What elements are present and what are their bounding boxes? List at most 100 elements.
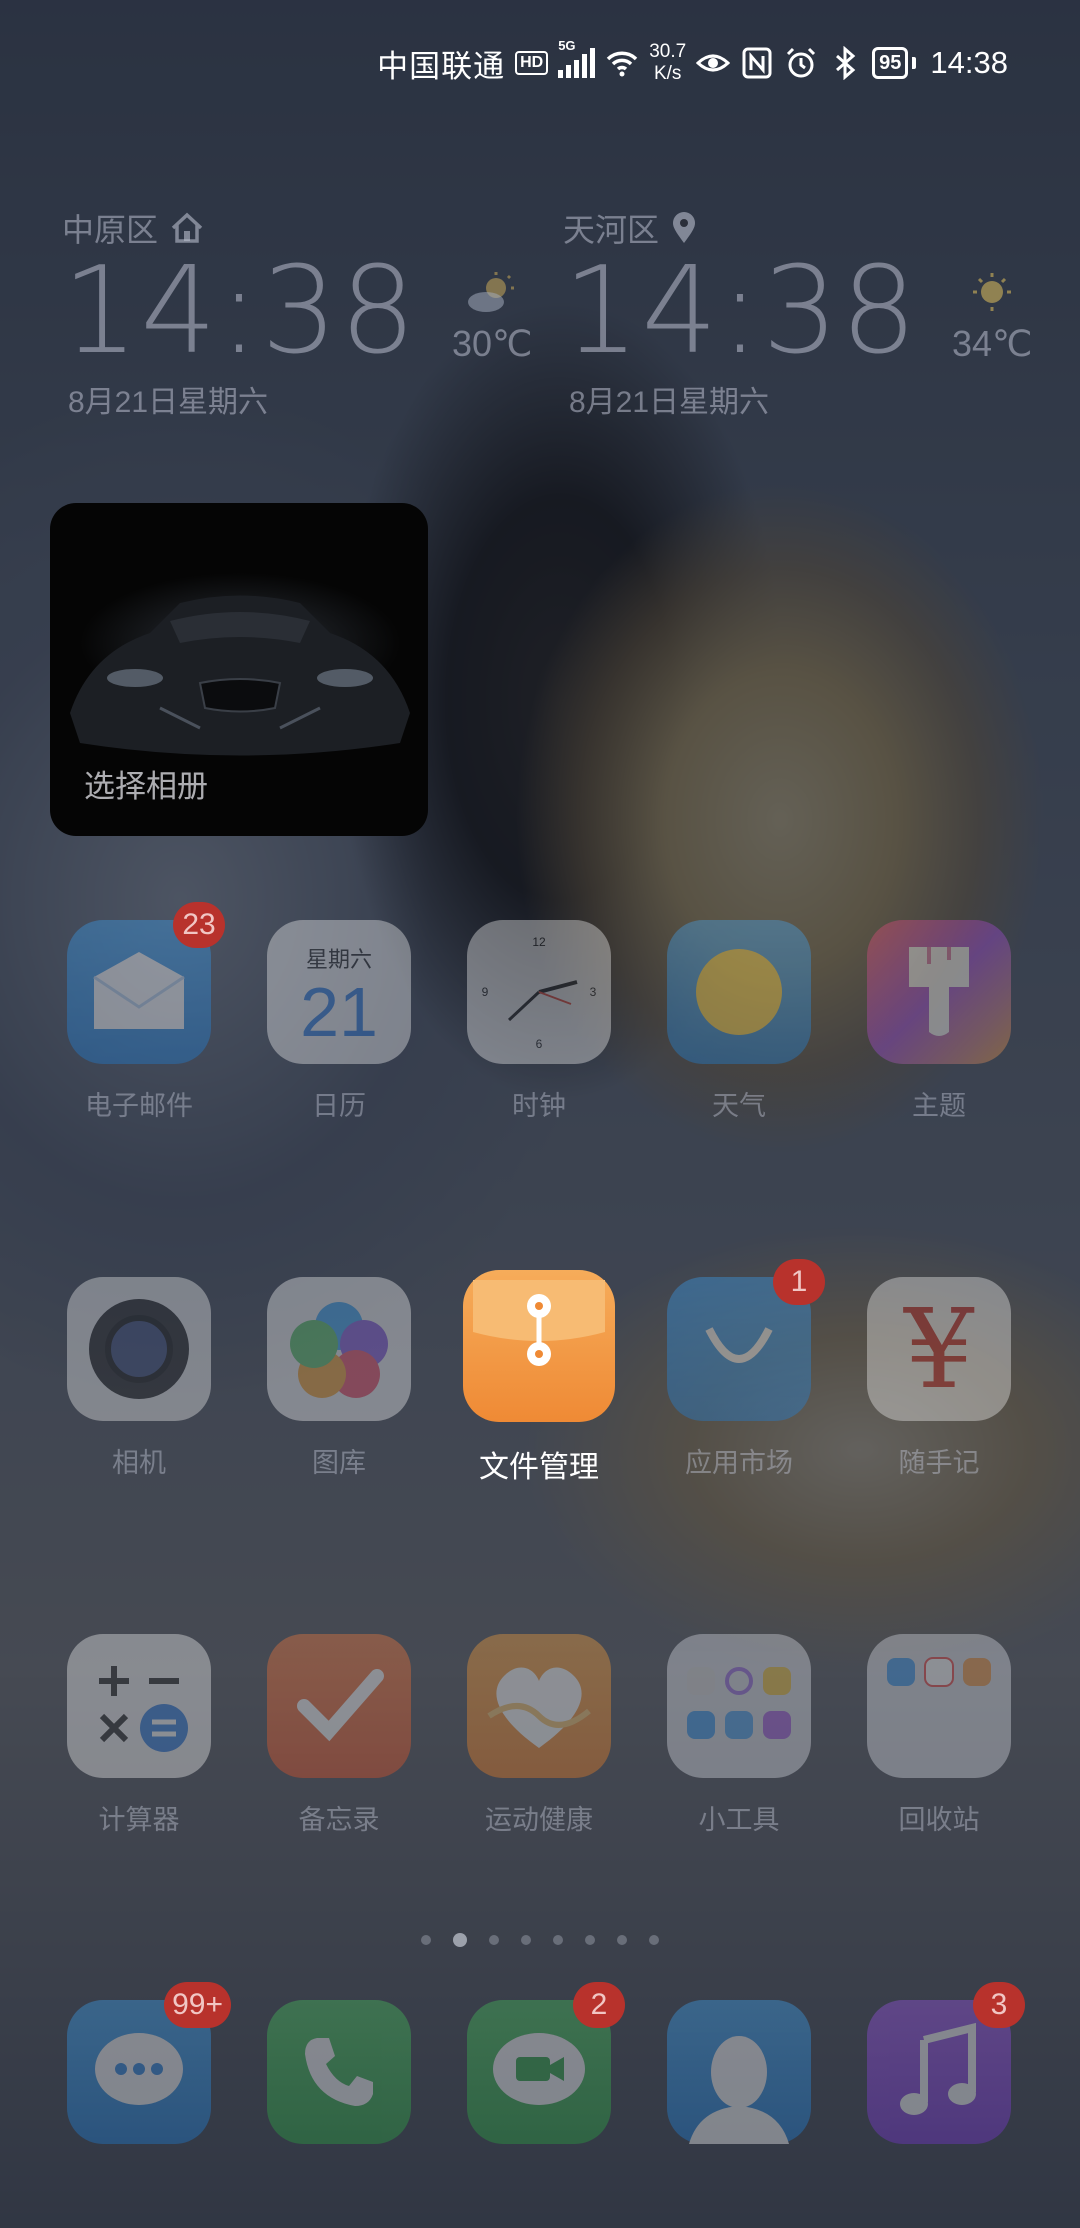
notification-badge: 1 bbox=[773, 1259, 825, 1305]
status-bar: 中国联通 HD 5G 30.7 K/s 95 14:38 bbox=[377, 38, 1008, 88]
dock-contacts[interactable] bbox=[649, 2000, 829, 2144]
carrier-name: 中国联通 bbox=[377, 48, 506, 84]
notification-badge: 2 bbox=[573, 1982, 625, 2028]
weather-home[interactable]: 30℃ bbox=[452, 270, 532, 365]
dock-phone[interactable] bbox=[249, 2000, 429, 2144]
app-label: 文件管理 bbox=[479, 1451, 599, 1484]
app-gallery[interactable]: 图库 bbox=[249, 1277, 429, 1480]
app-calculator[interactable]: 计算器 bbox=[49, 1634, 229, 1837]
folder-icon bbox=[667, 1634, 811, 1778]
app-label: 时钟 bbox=[512, 1091, 566, 1121]
status-time: 14:38 bbox=[930, 45, 1008, 80]
paintbrush-icon bbox=[867, 920, 1011, 1064]
app-label: 回收站 bbox=[898, 1805, 980, 1835]
photo-widget-label: 选择相册 bbox=[84, 769, 208, 804]
app-label: 主题 bbox=[912, 1091, 966, 1121]
clock-date: 8月21日星期六 bbox=[569, 386, 770, 419]
contact-person-icon bbox=[667, 2000, 811, 2144]
app-notepad[interactable]: 备忘录 bbox=[249, 1634, 429, 1837]
eye-comfort-icon bbox=[696, 54, 731, 72]
clock-numeral-12: 12 bbox=[532, 935, 546, 949]
network-speed: 30.7 K/s bbox=[649, 41, 686, 85]
app-label: 运动健康 bbox=[485, 1805, 593, 1835]
clock-time: 14:38 bbox=[62, 242, 418, 381]
notification-badge: 23 bbox=[173, 902, 225, 948]
file-manager-folder-icon bbox=[463, 1270, 615, 1422]
sunny-icon bbox=[973, 273, 1012, 311]
partly-cloudy-icon bbox=[468, 272, 515, 312]
app-label: 天气 bbox=[712, 1091, 766, 1121]
calculator-icon bbox=[67, 1634, 211, 1778]
app-weather[interactable]: 天气 bbox=[649, 920, 829, 1123]
clock-widget-home[interactable]: 中原区 14:38 8月21日星期六 bbox=[62, 205, 418, 421]
app-file-manager[interactable]: 文件管理 bbox=[449, 1270, 629, 1486]
checkmark-note-icon bbox=[267, 1634, 411, 1778]
app-camera[interactable]: 相机 bbox=[49, 1277, 229, 1480]
photo-album-widget[interactable]: 选择相册 bbox=[50, 503, 428, 836]
app-label: 电子邮件 bbox=[85, 1091, 193, 1121]
temperature: 34℃ bbox=[952, 323, 1033, 364]
app-label: 备忘录 bbox=[298, 1805, 380, 1835]
app-label: 小工具 bbox=[698, 1805, 780, 1835]
page-dot[interactable] bbox=[553, 1935, 563, 1945]
app-label: 随手记 bbox=[898, 1448, 980, 1478]
app-clock[interactable]: 12 3 6 9 时钟 bbox=[449, 920, 629, 1123]
heart-icon bbox=[467, 1634, 611, 1778]
clock-numeral-6: 6 bbox=[536, 1037, 543, 1051]
page-dot-active[interactable] bbox=[453, 1933, 467, 1947]
app-email[interactable]: 23 电子邮件 bbox=[49, 902, 229, 1123]
speed-value: 30.7 bbox=[649, 41, 687, 62]
folder-icon bbox=[867, 1634, 1011, 1778]
dock-meetime[interactable]: 2 bbox=[449, 1982, 629, 2144]
location-pin-icon bbox=[673, 212, 696, 243]
phone-icon bbox=[267, 2000, 411, 2144]
calendar-weekday: 星期六 bbox=[305, 947, 372, 972]
page-indicator[interactable] bbox=[0, 1933, 1080, 1947]
weather-app-icon bbox=[667, 920, 811, 1064]
clock-time: 14:38 bbox=[563, 242, 919, 381]
weather-remote[interactable]: 34℃ bbox=[952, 270, 1032, 365]
network-type: 5G bbox=[558, 38, 576, 53]
calendar-day: 21 bbox=[300, 973, 378, 1051]
wifi-icon bbox=[606, 51, 638, 77]
clock-numeral-9: 9 bbox=[482, 985, 489, 999]
app-health[interactable]: 运动健康 bbox=[449, 1634, 629, 1837]
alarm-icon bbox=[787, 47, 816, 78]
page-dot[interactable] bbox=[521, 1935, 531, 1945]
clock-icon: 12 3 6 9 bbox=[467, 920, 611, 1064]
calendar-icon: 星期六 21 bbox=[267, 920, 411, 1064]
clock-numeral-3: 3 bbox=[590, 985, 597, 999]
page-dot[interactable] bbox=[421, 1935, 431, 1945]
folder-tools[interactable]: 小工具 bbox=[649, 1634, 829, 1837]
app-suishouji[interactable]: ¥ 随手记 bbox=[849, 1277, 1029, 1480]
gallery-flower-icon bbox=[267, 1277, 411, 1421]
temperature: 30℃ bbox=[452, 323, 533, 364]
app-label: 计算器 bbox=[98, 1805, 180, 1835]
bluetooth-icon bbox=[836, 46, 856, 80]
dock-music[interactable]: 3 bbox=[849, 1982, 1029, 2144]
app-calendar[interactable]: 星期六 21 日历 bbox=[249, 920, 429, 1123]
app-label: 日历 bbox=[312, 1091, 366, 1121]
dock-messages[interactable]: 99+ bbox=[49, 1982, 231, 2144]
camera-icon bbox=[67, 1277, 211, 1421]
app-label: 应用市场 bbox=[685, 1448, 793, 1478]
battery-icon: 95 bbox=[872, 47, 909, 79]
folder-recycle[interactable]: 回收站 bbox=[849, 1634, 1029, 1837]
battery-cap bbox=[912, 57, 917, 69]
notification-badge: 99+ bbox=[164, 1982, 231, 2028]
nfc-icon bbox=[742, 47, 772, 79]
app-themes[interactable]: 主题 bbox=[849, 920, 1029, 1123]
clock-widget-remote[interactable]: 天河区 14:38 8月21日星期六 bbox=[563, 205, 919, 421]
clock-date: 8月21日星期六 bbox=[68, 386, 269, 419]
hd-voice-icon: HD bbox=[515, 51, 549, 75]
page-dot[interactable] bbox=[617, 1935, 627, 1945]
app-label: 图库 bbox=[312, 1448, 366, 1478]
page-dot[interactable] bbox=[585, 1935, 595, 1945]
page-dot[interactable] bbox=[489, 1935, 499, 1945]
app-appgallery[interactable]: 1 应用市场 bbox=[649, 1259, 829, 1480]
app-label: 相机 bbox=[112, 1448, 166, 1478]
page-dot[interactable] bbox=[649, 1935, 659, 1945]
cellular-signal-icon: 5G bbox=[558, 38, 596, 78]
notification-badge: 3 bbox=[973, 1982, 1025, 2028]
home-icon bbox=[171, 212, 203, 243]
